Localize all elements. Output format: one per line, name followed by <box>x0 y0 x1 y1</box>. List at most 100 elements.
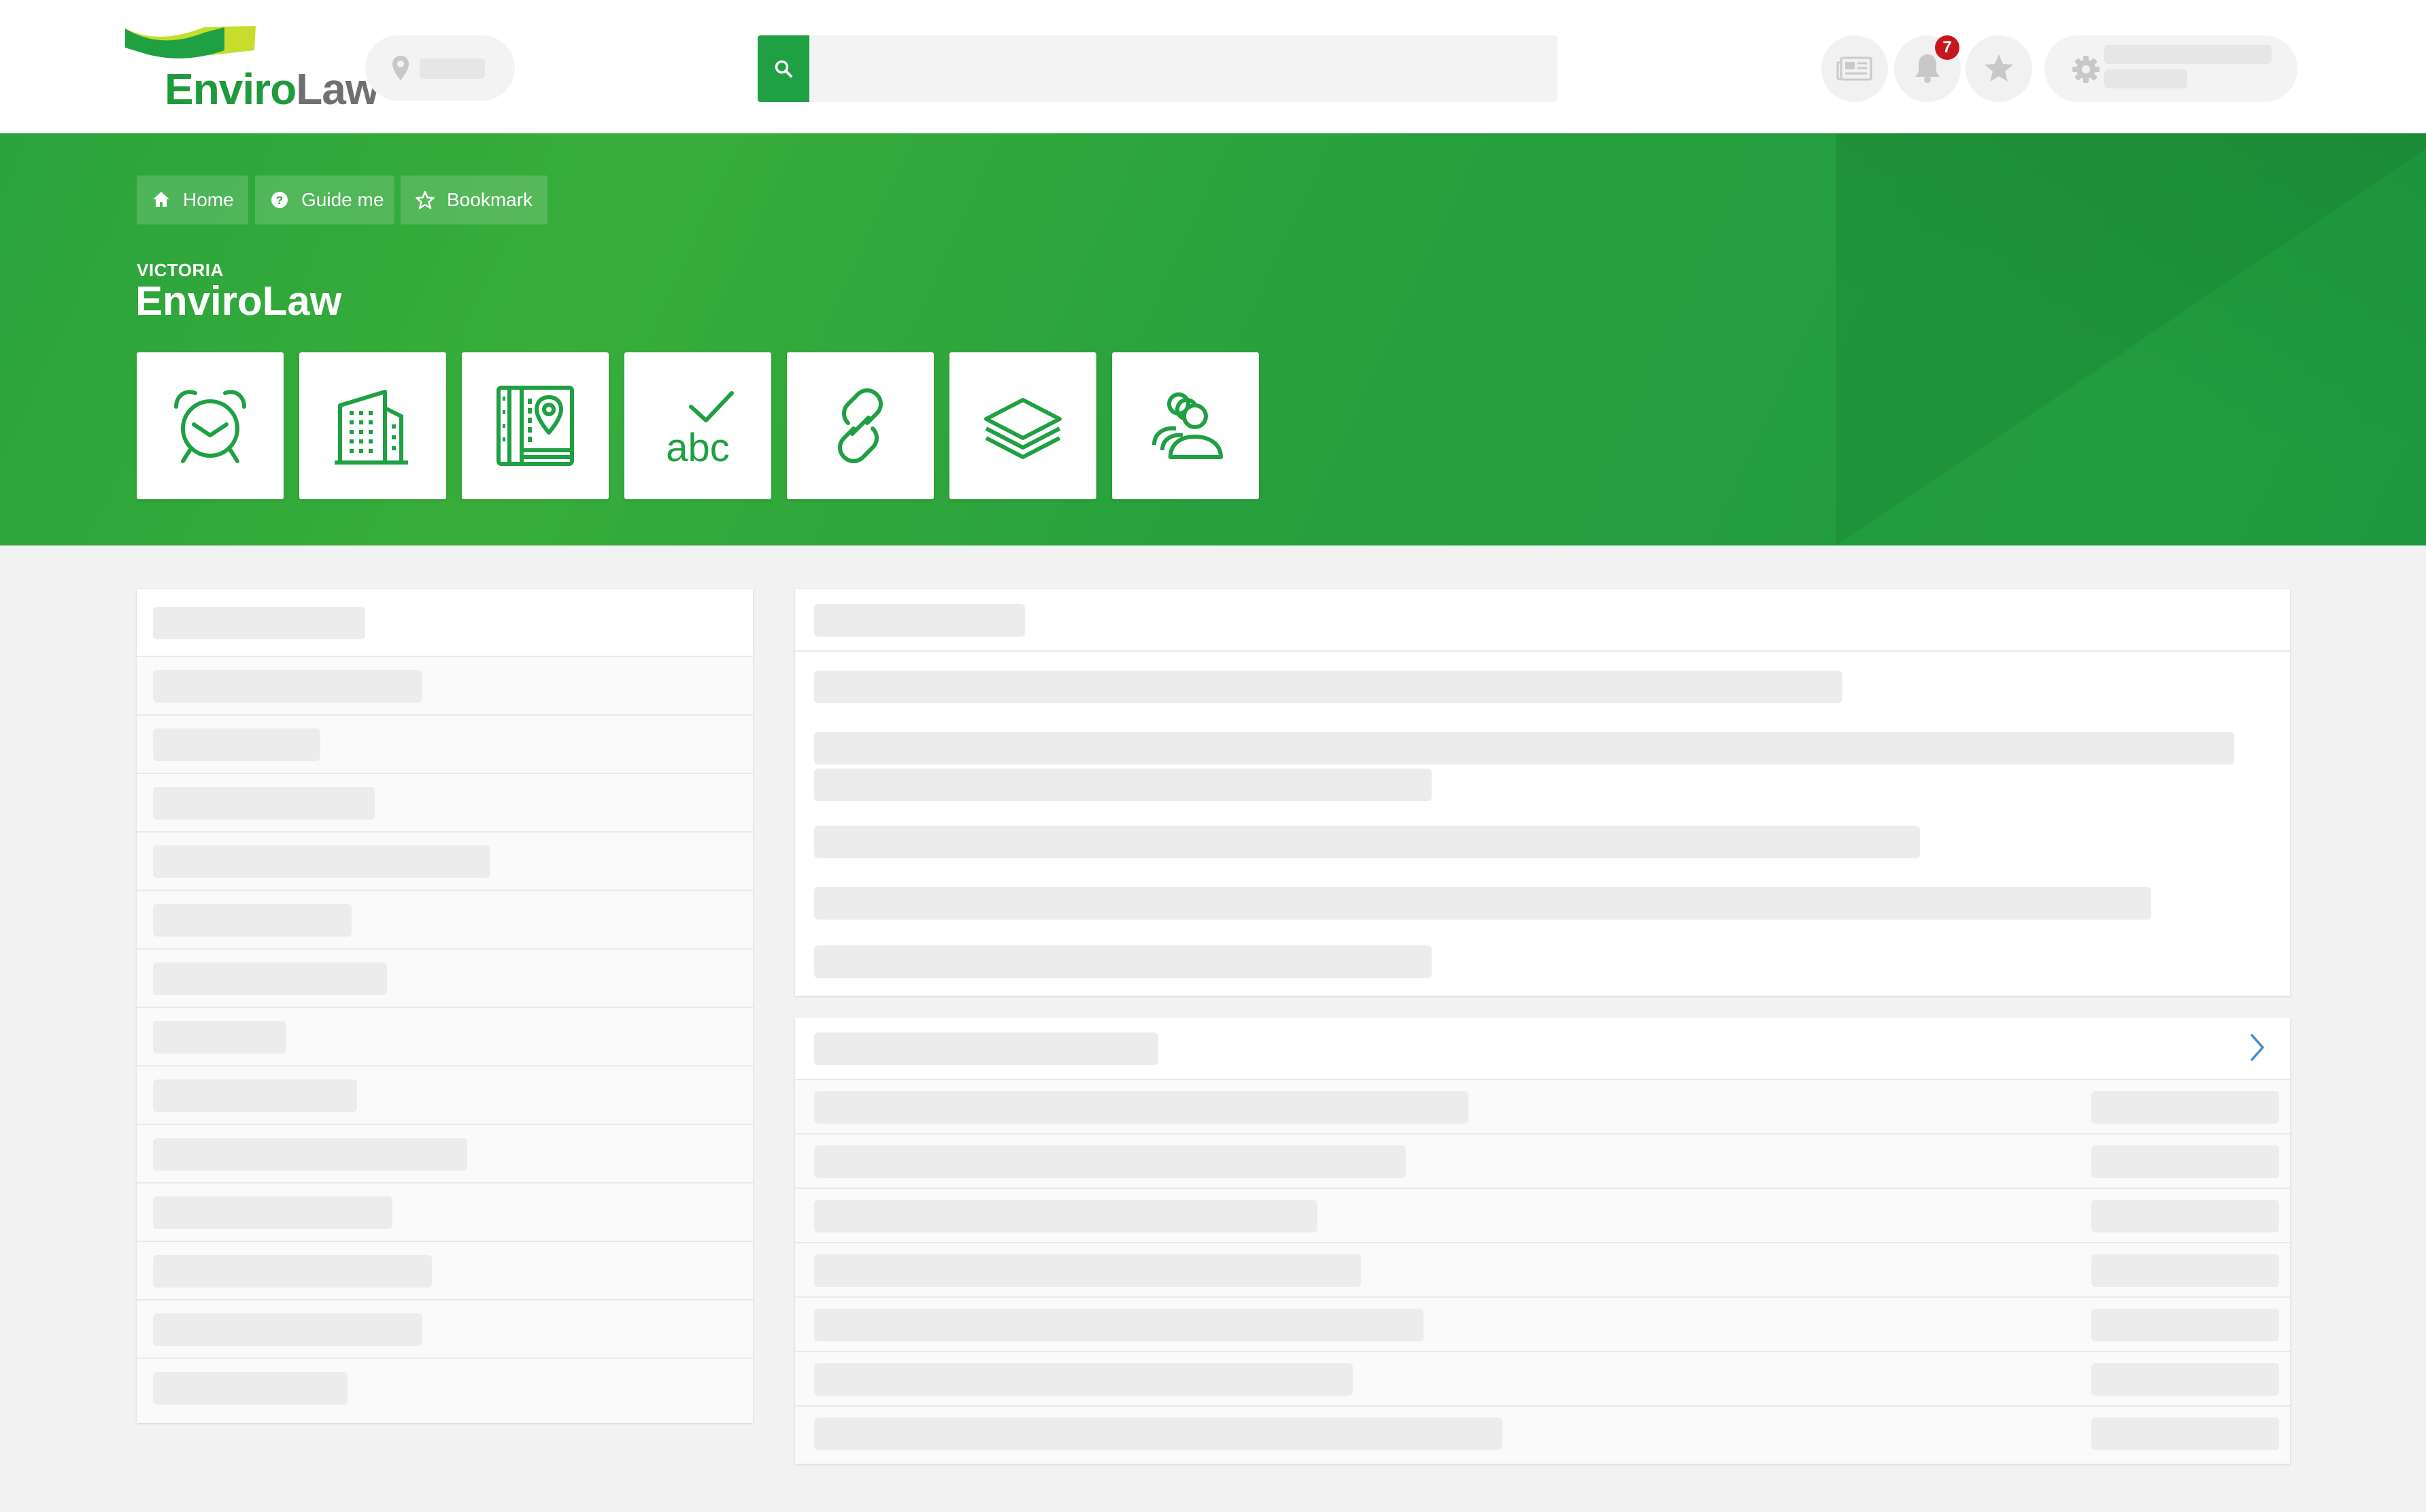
table-row[interactable] <box>795 1243 2290 1298</box>
skeleton-date <box>2091 1091 2279 1124</box>
envirolaw-logo[interactable]: EnviroLaw <box>122 23 380 118</box>
list-item[interactable] <box>137 1066 753 1125</box>
table-row[interactable] <box>795 1298 2290 1352</box>
list-item[interactable] <box>137 1359 753 1423</box>
location-placeholder <box>420 58 485 79</box>
skeleton-date <box>2091 1200 2279 1232</box>
user-role-placeholder <box>2104 69 2187 88</box>
svg-text:?: ? <box>276 194 283 207</box>
skeleton-line <box>814 1254 1361 1287</box>
logo-text-enviro: Enviro <box>165 65 297 114</box>
skeleton-date <box>2091 1254 2279 1287</box>
breadcrumb-guide-label: Guide me <box>301 189 384 210</box>
gear-icon <box>2072 56 2100 83</box>
breadcrumb-bookmark[interactable]: Bookmark <box>401 175 547 224</box>
page-title: EnviroLaw <box>135 278 342 324</box>
skeleton-date <box>2091 1363 2279 1396</box>
chevron-right-icon[interactable] <box>2249 1032 2265 1062</box>
skeleton-line <box>814 1091 1468 1124</box>
skeleton-line <box>153 1372 348 1405</box>
breadcrumb-guide-me[interactable]: ? Guide me <box>255 175 394 224</box>
list-item[interactable] <box>137 1183 753 1242</box>
skeleton-line <box>814 1309 1423 1341</box>
star-icon <box>1985 54 2013 82</box>
skeleton-line <box>153 845 490 878</box>
layers-icon <box>984 398 1062 459</box>
table-row[interactable] <box>795 1189 2290 1243</box>
bell-icon <box>1915 54 1940 83</box>
search-input[interactable] <box>809 35 1557 102</box>
tile-link[interactable] <box>787 352 934 499</box>
skeleton-line <box>153 787 375 820</box>
skeleton-line <box>814 732 2234 765</box>
updates-panel <box>795 1018 2290 1464</box>
skeleton-date <box>2091 1309 2279 1341</box>
svg-text:abc: abc <box>666 426 730 467</box>
tile-alarm-clock[interactable] <box>137 352 284 499</box>
home-icon <box>153 192 169 207</box>
logo-wordmark: EnviroLaw <box>165 64 380 114</box>
skeleton-line <box>814 604 1025 637</box>
table-row[interactable] <box>795 1135 2290 1189</box>
user-settings-menu[interactable] <box>2044 35 2297 102</box>
location-selector[interactable] <box>365 35 515 101</box>
skeleton-line <box>153 1021 286 1054</box>
news-button[interactable] <box>1821 35 1888 102</box>
skeleton-line <box>814 1363 1353 1396</box>
skeleton-line <box>814 1145 1406 1178</box>
skeleton-line <box>153 1255 432 1288</box>
top-header: EnviroLaw 7 <box>0 0 2426 133</box>
overview-panel-header <box>795 589 2290 652</box>
breadcrumb-home[interactable]: Home <box>137 175 248 224</box>
list-item[interactable] <box>137 891 753 950</box>
list-item[interactable] <box>137 657 753 716</box>
alarm-clock-icon <box>174 390 246 463</box>
table-row[interactable] <box>795 1352 2290 1407</box>
hero-banner: Home ? Guide me Bookmark VICTORIA Enviro… <box>0 133 2426 545</box>
skeleton-line <box>153 904 352 937</box>
skeleton-date <box>2091 1145 2279 1178</box>
notification-count-badge: 7 <box>1935 35 1959 60</box>
list-item[interactable] <box>137 716 753 774</box>
search-button[interactable] <box>758 35 809 102</box>
skeleton-line <box>153 728 320 761</box>
table-row[interactable] <box>795 1407 2290 1464</box>
skeleton-line <box>814 945 1432 978</box>
skeleton-date <box>2091 1417 2279 1450</box>
skeleton-line <box>814 1417 1502 1450</box>
skeleton-line <box>153 1196 392 1229</box>
skeleton-line <box>153 1138 467 1171</box>
tile-building[interactable] <box>299 352 446 499</box>
building-icon <box>335 390 408 465</box>
hero-decoration-gradient <box>1836 133 2426 545</box>
list-item[interactable] <box>137 1242 753 1300</box>
map-book-icon <box>496 386 574 466</box>
tile-layers[interactable] <box>949 352 1096 499</box>
question-circle-icon: ? <box>271 192 288 208</box>
people-group-icon <box>1152 392 1223 459</box>
star-outline-icon <box>416 190 435 209</box>
newspaper-icon <box>1836 56 1872 81</box>
tile-spell-check[interactable]: abc <box>624 352 771 499</box>
user-name-placeholder <box>2104 45 2272 64</box>
breadcrumb-bookmark-label: Bookmark <box>447 189 533 210</box>
list-item[interactable] <box>137 833 753 891</box>
category-list-panel <box>137 589 753 1423</box>
list-item[interactable] <box>137 950 753 1008</box>
skeleton-line <box>814 671 1842 703</box>
list-item[interactable] <box>137 1300 753 1359</box>
list-item[interactable] <box>137 774 753 833</box>
tile-map-book[interactable] <box>462 352 609 499</box>
skeleton-line <box>814 826 1920 858</box>
link-icon <box>838 388 883 463</box>
list-item[interactable] <box>137 1008 753 1066</box>
skeleton-line <box>814 1032 1158 1065</box>
list-item[interactable] <box>137 1125 753 1183</box>
skeleton-line <box>814 1200 1317 1232</box>
skeleton-line <box>153 1313 422 1346</box>
table-row[interactable] <box>795 1080 2290 1135</box>
overview-panel <box>795 589 2290 996</box>
favourites-button[interactable] <box>1966 35 2032 102</box>
updates-panel-header <box>795 1018 2290 1080</box>
tile-people[interactable] <box>1112 352 1259 499</box>
